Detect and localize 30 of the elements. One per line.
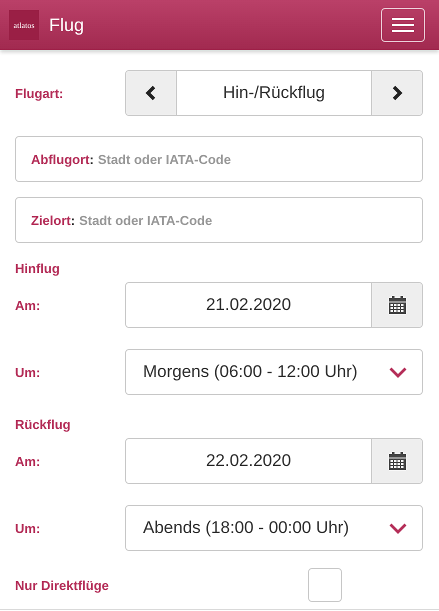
- calendar-button[interactable]: [372, 283, 422, 327]
- location-field[interactable]: Abflugort: Stadt oder IATA-Code: [15, 136, 423, 182]
- next-button[interactable]: [372, 71, 422, 115]
- time-dropdown[interactable]: Abends (18:00 - 00:00 Uhr): [125, 505, 423, 551]
- field-label: Flugart:: [15, 86, 64, 100]
- field-label: Abflugort: [31, 152, 90, 166]
- calendar-button[interactable]: [372, 439, 422, 483]
- checkbox[interactable]: [308, 568, 342, 602]
- label-separator: :: [89, 152, 94, 166]
- section-heading: Rückflug: [15, 417, 72, 432]
- logo: atlatos: [9, 10, 39, 40]
- calendar-icon: [388, 296, 406, 314]
- chevron-right-icon: [391, 85, 403, 101]
- field-label: Um:: [15, 520, 42, 536]
- menu-button[interactable]: [381, 8, 425, 42]
- location-field[interactable]: Zielort: Stadt oder IATA-Code: [15, 197, 423, 243]
- caret-down-icon: [389, 522, 407, 534]
- caret-down-icon: [389, 366, 407, 378]
- chevron-left-icon: [145, 85, 157, 101]
- page-title: Flug: [49, 14, 86, 36]
- field-label: Nur Direktflüge: [15, 578, 110, 592]
- section-heading: Hinflug: [15, 261, 61, 276]
- label-separator: :: [70, 212, 76, 228]
- field-label: Zielort: [31, 212, 71, 228]
- previous-button[interactable]: [126, 71, 176, 115]
- field-label: Um:: [15, 364, 42, 380]
- time-dropdown[interactable]: Morgens (06:00 - 12:00 Uhr): [125, 349, 423, 395]
- field-label: Am:: [15, 298, 42, 312]
- calendar-icon: [388, 452, 406, 470]
- field-label: Am:: [15, 454, 42, 468]
